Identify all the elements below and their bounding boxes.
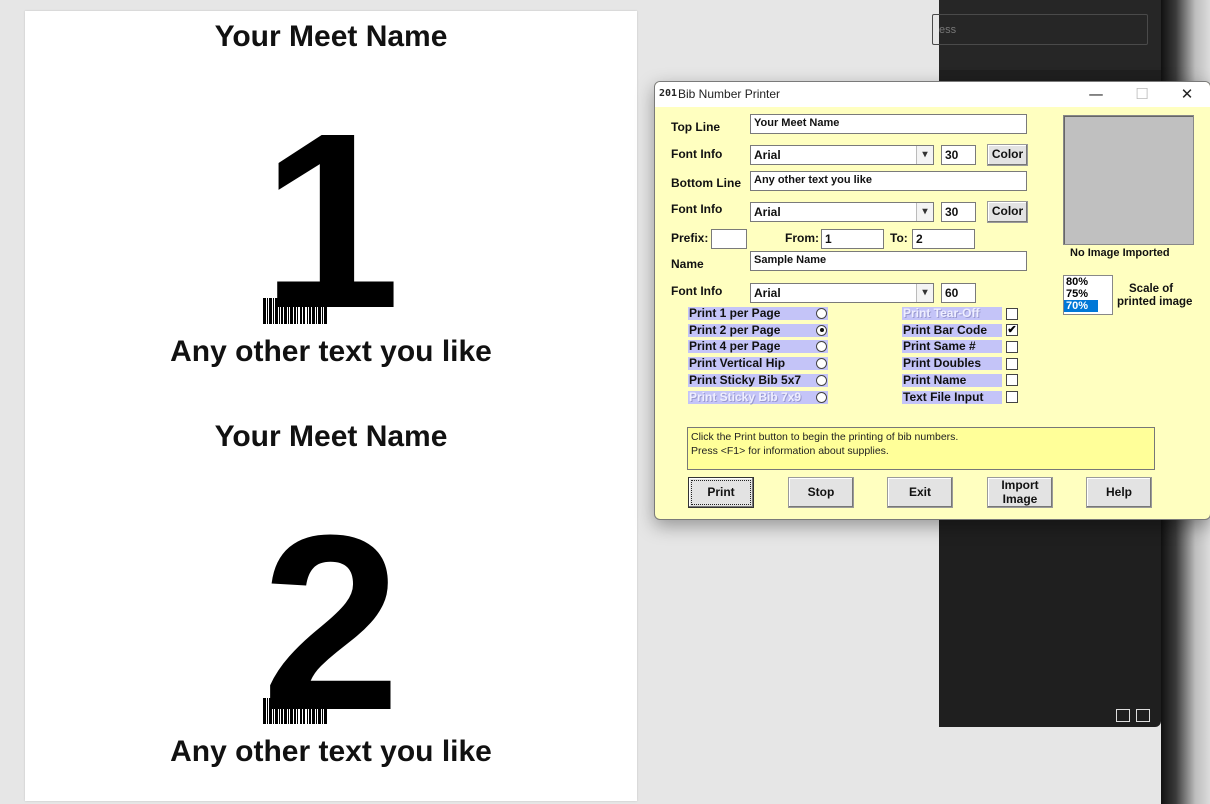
layout-option-label[interactable]: Print Sticky Bib 7x9 xyxy=(688,390,828,404)
status-line-1: Click the Print button to begin the prin… xyxy=(691,431,959,443)
bottom-font-select[interactable]: Arial ▾ xyxy=(750,202,934,222)
bottom-line-label: Bottom Line xyxy=(671,176,741,190)
minimize-button[interactable]: — xyxy=(1073,82,1119,107)
bib-1-barcode xyxy=(263,298,327,324)
layout-option-radio[interactable] xyxy=(816,374,827,386)
top-font-value: Arial xyxy=(754,148,781,162)
scale-option-selected[interactable]: 70% xyxy=(1064,300,1098,312)
maximize-button[interactable]: ☐ xyxy=(1119,82,1165,107)
import-image-button[interactable]: Import Image xyxy=(987,477,1053,508)
chevron-down-icon[interactable]: ▾ xyxy=(916,284,933,302)
list-view-icon[interactable] xyxy=(1116,709,1130,722)
import-image-label-2: Image xyxy=(1002,491,1038,506)
print-option-label[interactable]: Print Tear-Off xyxy=(902,307,1002,320)
bib-number-printer-window: 201 Bib Number Printer — ☐ ✕ Top Line Yo… xyxy=(654,81,1210,520)
print-option-checkbox[interactable] xyxy=(1006,340,1018,353)
print-option-checkbox[interactable] xyxy=(1006,307,1018,320)
top-font-size-input[interactable]: 30 xyxy=(941,145,976,165)
scale-label-line2: printed image xyxy=(1117,296,1193,308)
top-line-input[interactable]: Your Meet Name xyxy=(750,114,1027,134)
print-option-label[interactable]: Text File Input xyxy=(902,390,1002,404)
help-button[interactable]: Help xyxy=(1086,477,1152,508)
bib-2-barcode xyxy=(263,698,327,724)
chevron-down-icon[interactable]: ▾ xyxy=(916,203,933,221)
name-font-info-label: Font Info xyxy=(671,284,723,298)
print-option-checkbox[interactable]: ✔ xyxy=(1006,324,1018,337)
name-label: Name xyxy=(671,257,704,271)
app-icon: 201 xyxy=(659,88,678,99)
layout-option-radio[interactable] xyxy=(816,324,827,336)
from-input[interactable]: 1 xyxy=(821,229,884,249)
name-font-select[interactable]: Arial ▾ xyxy=(750,283,934,303)
view-toggle xyxy=(1116,709,1150,722)
prefix-label: Prefix: xyxy=(671,231,709,245)
bib-2-bottom-line: Any other text you like xyxy=(170,735,492,768)
bib-1-bottom-line: Any other text you like xyxy=(170,335,492,368)
bottom-font-info-label: Font Info xyxy=(671,202,723,216)
bib-2-top-line: Your Meet Name xyxy=(214,420,448,453)
layout-option-label[interactable]: Print Vertical Hip xyxy=(688,357,828,371)
exit-button[interactable]: Exit xyxy=(887,477,953,508)
top-line-label: Top Line xyxy=(671,120,721,134)
layout-option-label[interactable]: Print Sticky Bib 5x7 xyxy=(688,373,828,387)
print-option-checkbox[interactable] xyxy=(1006,391,1018,403)
name-input[interactable]: Sample Name xyxy=(750,251,1027,271)
to-input[interactable]: 2 xyxy=(912,229,975,249)
layout-option-label[interactable]: Print 2 per Page xyxy=(688,323,828,337)
prefix-input[interactable] xyxy=(711,229,747,249)
from-label: From: xyxy=(785,231,819,245)
stop-button[interactable]: Stop xyxy=(788,477,854,508)
bottom-line-input[interactable]: Any other text you like xyxy=(750,171,1027,191)
imported-image-preview xyxy=(1063,115,1194,245)
top-color-button[interactable]: Color xyxy=(987,144,1028,166)
top-font-select[interactable]: Arial ▾ xyxy=(750,145,934,165)
layout-option-radio[interactable] xyxy=(816,391,827,403)
import-image-label-1: Import xyxy=(1001,478,1039,493)
layout-option-label[interactable]: Print 4 per Page xyxy=(688,340,828,354)
bib-1-top-line: Your Meet Name xyxy=(214,20,448,53)
layout-option-label[interactable]: Print 1 per Page xyxy=(688,307,828,320)
background-search-input[interactable]: ess xyxy=(932,14,1148,45)
bib-2-number: 2 xyxy=(261,483,401,762)
bib-1-number: 1 xyxy=(261,81,401,360)
status-line-2: Press <F1> for information about supplie… xyxy=(691,445,889,457)
print-option-label[interactable]: Print Doubles xyxy=(902,357,1002,371)
print-option-label[interactable]: Print Name xyxy=(902,373,1002,387)
chevron-down-icon[interactable]: ▾ xyxy=(916,146,933,164)
top-font-info-label: Font Info xyxy=(671,147,723,161)
image-status: No Image Imported xyxy=(1070,247,1170,259)
scale-option[interactable]: 75% xyxy=(1064,288,1112,300)
name-font-size-input[interactable]: 60 xyxy=(941,283,976,303)
print-option-label[interactable]: Print Same # xyxy=(902,340,1002,354)
bottom-color-button[interactable]: Color xyxy=(987,201,1028,223)
print-option-checkbox[interactable] xyxy=(1006,357,1018,370)
bottom-font-size-input[interactable]: 30 xyxy=(941,202,976,222)
print-option-checkbox[interactable] xyxy=(1006,374,1018,387)
close-button[interactable]: ✕ xyxy=(1164,82,1210,107)
scale-label-line1: Scale of xyxy=(1129,283,1174,295)
print-button[interactable]: Print xyxy=(688,477,754,508)
scale-option[interactable]: 80% xyxy=(1064,276,1112,288)
status-message: Click the Print button to begin the prin… xyxy=(687,427,1155,470)
print-preview-page: Your Meet Name 1 Any other text you like… xyxy=(25,11,637,801)
scale-listbox[interactable]: 80% 75% 70% xyxy=(1063,275,1113,315)
title-bar[interactable]: 201 Bib Number Printer — ☐ ✕ xyxy=(655,82,1210,107)
name-font-value: Arial xyxy=(754,286,781,300)
page-view-icon[interactable] xyxy=(1136,709,1150,722)
window-title: Bib Number Printer xyxy=(678,87,781,101)
layout-option-radio[interactable] xyxy=(816,308,827,319)
to-label: To: xyxy=(890,231,908,245)
bottom-font-value: Arial xyxy=(754,205,781,219)
print-option-label[interactable]: Print Bar Code xyxy=(902,323,1002,337)
